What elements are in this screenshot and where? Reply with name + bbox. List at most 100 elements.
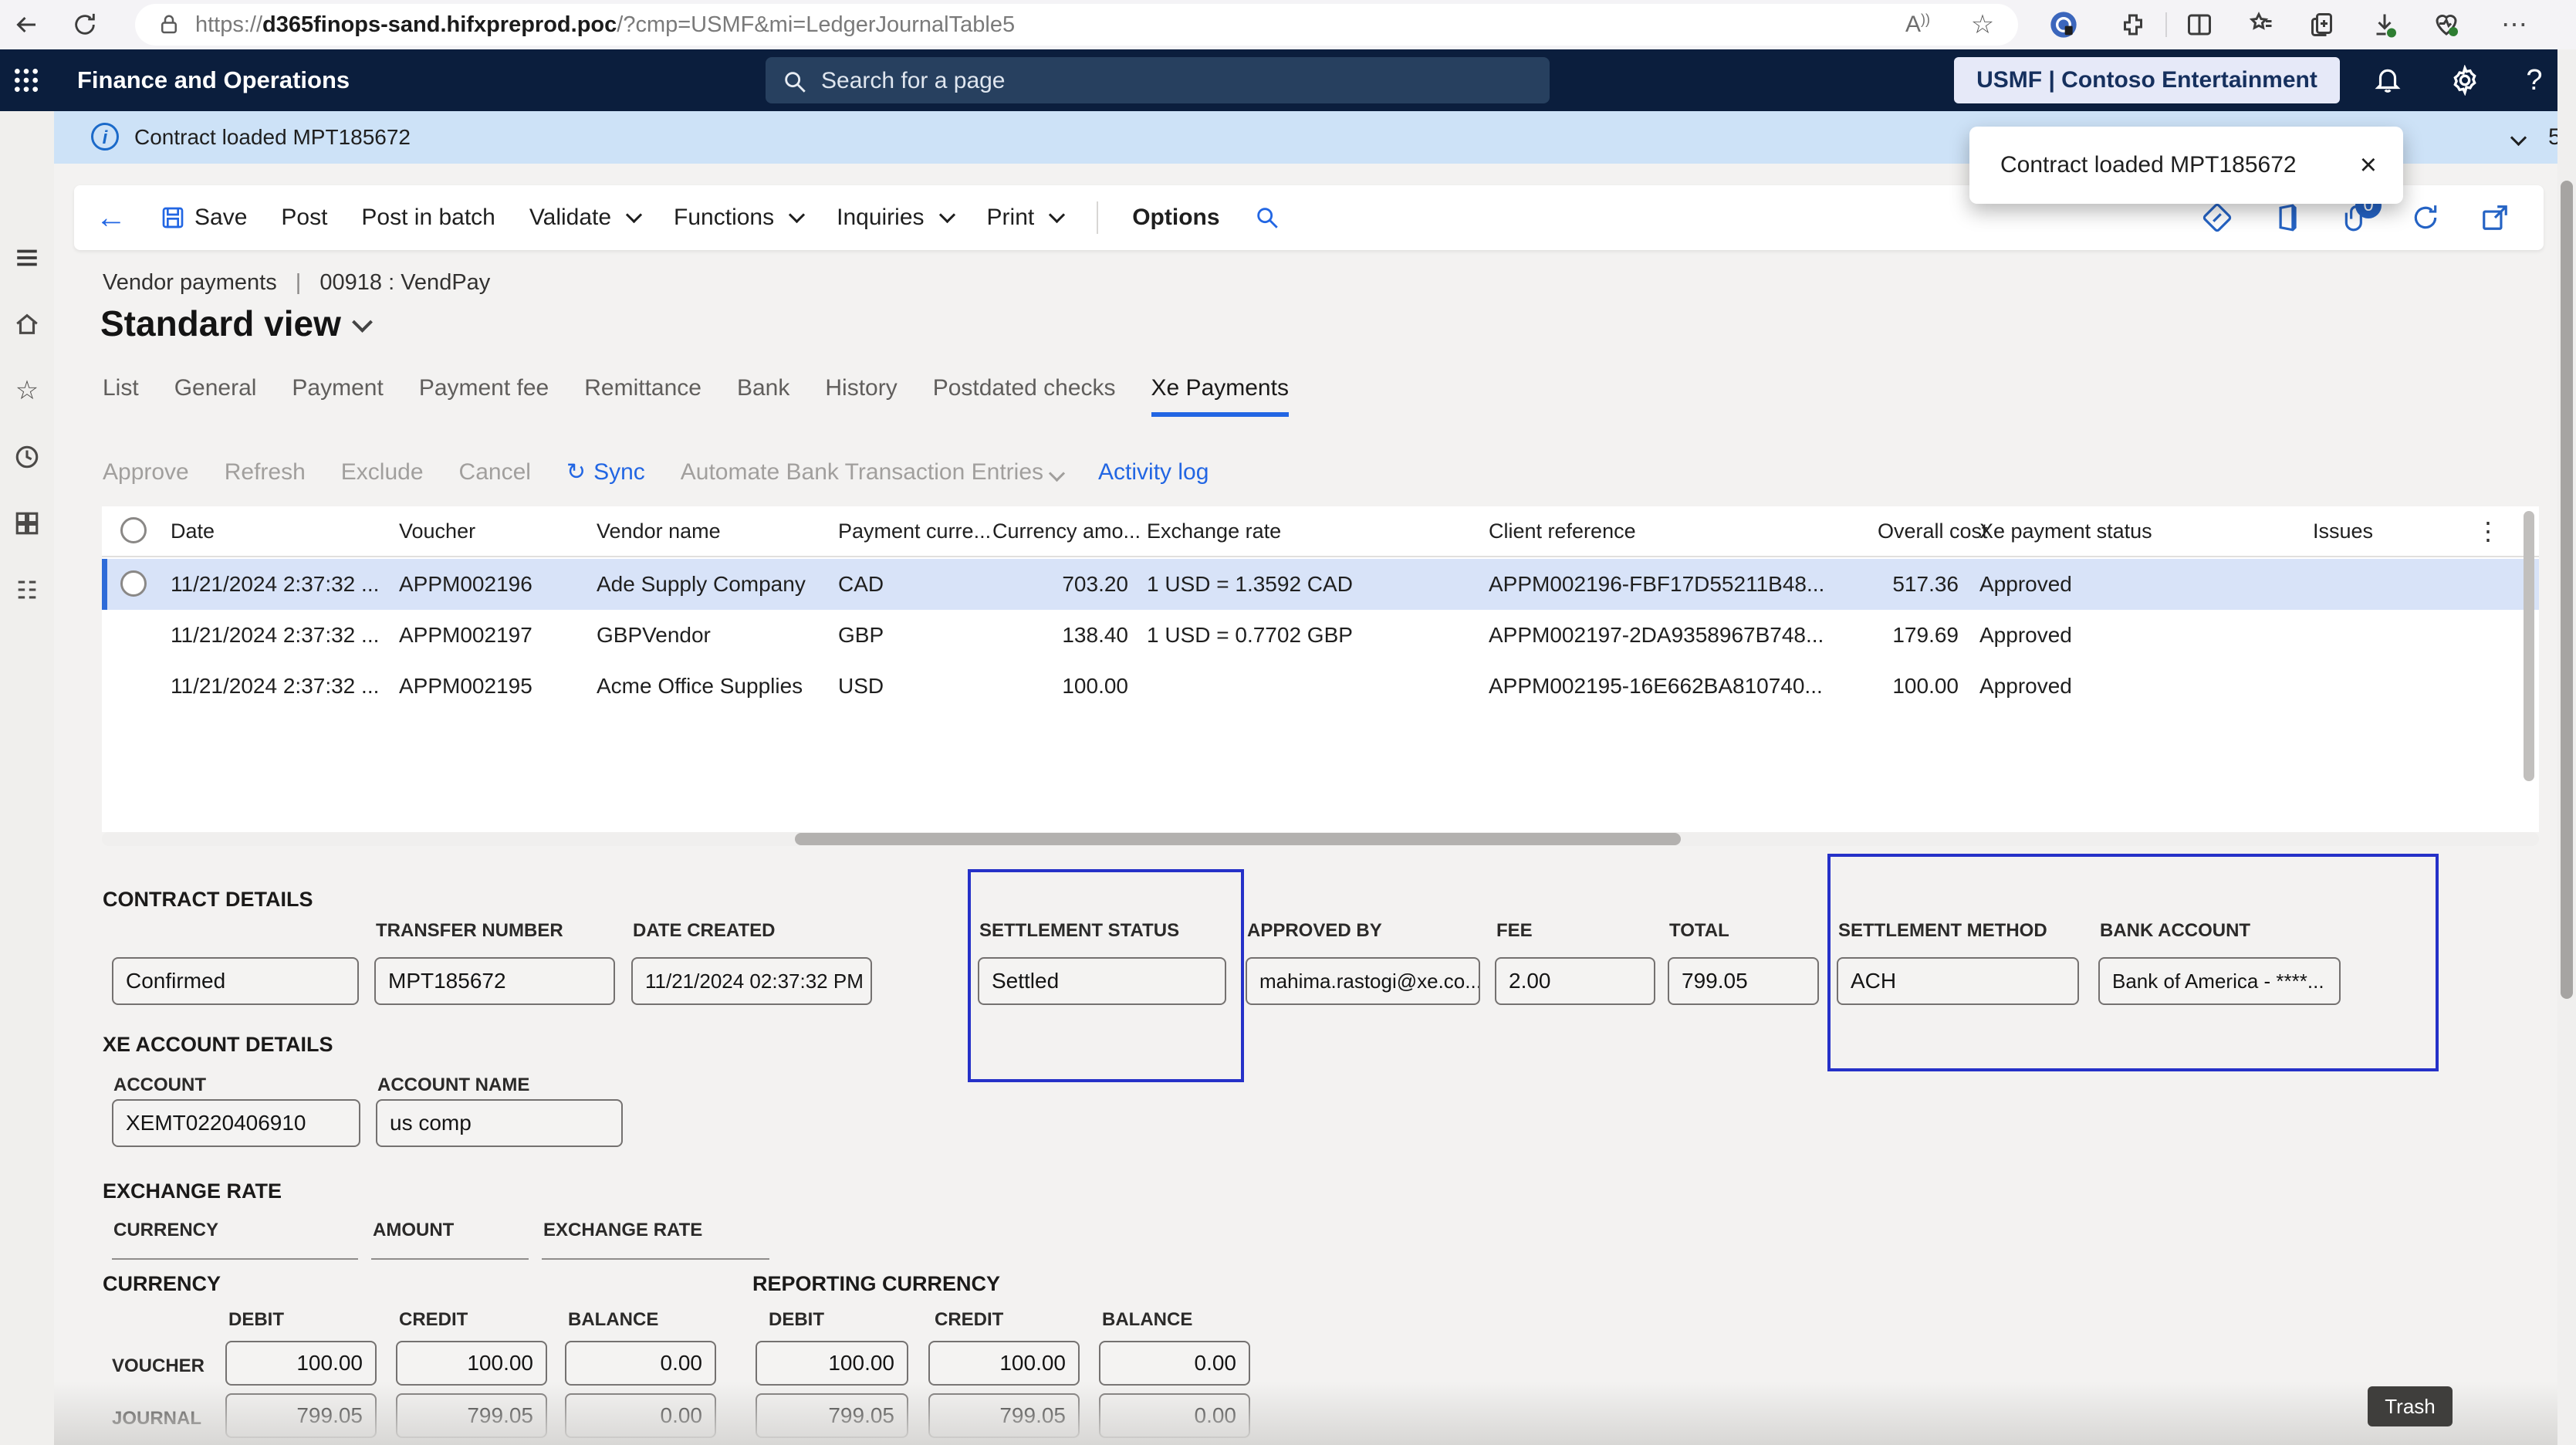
column-header-voucher[interactable]: Voucher (399, 506, 475, 556)
contract-status-field[interactable]: Confirmed (112, 957, 359, 1005)
recent-clock-icon[interactable] (13, 443, 41, 471)
post-in-batch-button[interactable]: Post in batch (361, 205, 495, 231)
scrollbar-thumb[interactable] (795, 833, 1681, 845)
cell-voucher[interactable]: APPM002197 (399, 610, 532, 661)
voucher-reporting-credit-field[interactable]: 100.00 (928, 1341, 1080, 1386)
cancel-button[interactable]: Cancel (459, 459, 531, 486)
column-header-date[interactable]: Date (171, 506, 215, 556)
voucher-credit-field[interactable]: 100.00 (396, 1341, 547, 1386)
open-in-new-window-icon[interactable] (2480, 203, 2510, 232)
modules-list-icon[interactable] (13, 576, 41, 604)
tab-payment[interactable]: Payment (292, 375, 383, 412)
refresh-page-icon[interactable] (2411, 203, 2440, 232)
hamburger-menu-icon[interactable] (13, 244, 41, 272)
automate-bank-transactions-button[interactable]: Automate Bank Transaction Entries (681, 459, 1063, 486)
split-screen-icon[interactable] (2182, 8, 2216, 42)
row-checkbox[interactable] (120, 570, 147, 597)
refresh-button[interactable]: Refresh (225, 459, 306, 486)
personalize-icon[interactable] (2202, 203, 2232, 232)
office-icon[interactable] (2272, 203, 2301, 232)
workspaces-icon[interactable] (13, 509, 41, 537)
page-search-input[interactable] (820, 57, 1517, 105)
toast-close-icon[interactable]: × (2360, 127, 2377, 204)
action-search-icon[interactable] (1254, 205, 1280, 231)
sync-button[interactable]: ↻Sync (566, 459, 645, 486)
journal-reporting-credit-field[interactable]: 799.05 (928, 1393, 1080, 1438)
page-title[interactable]: Standard view (100, 303, 370, 344)
browser-essentials-icon[interactable] (2429, 8, 2463, 42)
journal-debit-field[interactable]: 799.05 (225, 1393, 377, 1438)
waffle-icon[interactable] (9, 63, 43, 97)
browser-refresh-icon[interactable] (68, 8, 102, 42)
home-icon[interactable] (13, 310, 41, 338)
voucher-reporting-debit-field[interactable]: 100.00 (756, 1341, 908, 1386)
column-header-payment-currency[interactable]: Payment curre... (838, 506, 991, 556)
voucher-reporting-balance-field[interactable]: 0.00 (1099, 1341, 1250, 1386)
settings-gear-icon[interactable] (2448, 63, 2482, 97)
browser-back-icon[interactable] (9, 8, 43, 42)
total-field[interactable]: 799.05 (1668, 957, 1819, 1005)
journal-reporting-debit-field[interactable]: 799.05 (756, 1393, 908, 1438)
cell-voucher[interactable]: APPM002196 (399, 559, 532, 610)
page-scrollbar[interactable] (2557, 49, 2576, 1445)
grid-horizontal-scrollbar[interactable] (102, 832, 2539, 846)
tab-xe-payments[interactable]: Xe Payments (1151, 375, 1289, 417)
address-bar[interactable]: https://d365finops-sand.hifxpreprod.poc/… (135, 4, 2018, 46)
journal-reporting-balance-field[interactable]: 0.00 (1099, 1393, 1250, 1438)
journal-balance-field[interactable]: 0.00 (565, 1393, 716, 1438)
page-back-icon[interactable]: ← (96, 201, 127, 235)
approve-button[interactable]: Approve (103, 459, 189, 486)
journal-credit-field[interactable]: 799.05 (396, 1393, 547, 1438)
table-row[interactable]: 11/21/2024 2:37:32 ... APPM002195 Acme O… (102, 661, 2539, 712)
tab-history[interactable]: History (825, 375, 897, 412)
table-row[interactable]: 11/21/2024 2:37:32 ... APPM002196 Ade Su… (102, 559, 2539, 610)
activity-log-button[interactable]: Activity log (1098, 459, 1209, 486)
table-row[interactable]: 11/21/2024 2:37:32 ... APPM002197 GBPVen… (102, 610, 2539, 661)
exclude-button[interactable]: Exclude (341, 459, 424, 486)
column-header-xe-payment-status[interactable]: Xe payment status (1979, 506, 2152, 556)
date-created-field[interactable]: 11/21/2024 02:37:32 PM (631, 957, 872, 1005)
column-header-overall-cost[interactable]: Overall cost (1878, 506, 1988, 556)
approved-by-field[interactable]: mahima.rastogi@xe.co... (1246, 957, 1480, 1005)
column-header-currency-amount[interactable]: Currency amo... (992, 506, 1141, 556)
column-header-exchange-rate[interactable]: Exchange rate (1147, 506, 1281, 556)
grid-menu-icon[interactable]: ⋮ (2476, 506, 2500, 556)
print-menu-button[interactable]: Print (987, 205, 1063, 231)
voucher-debit-field[interactable]: 100.00 (225, 1341, 377, 1386)
collections-icon[interactable] (2244, 8, 2278, 42)
tab-remittance[interactable]: Remittance (584, 375, 701, 412)
tab-list[interactable]: List (103, 375, 139, 412)
column-header-issues[interactable]: Issues (2255, 506, 2373, 556)
read-aloud-icon[interactable]: A)) (1901, 8, 1935, 42)
voucher-balance-field[interactable]: 0.00 (565, 1341, 716, 1386)
inquiries-menu-button[interactable]: Inquiries (837, 205, 952, 231)
breadcrumb-module[interactable]: Vendor payments (103, 270, 277, 295)
options-button[interactable]: Options (1132, 205, 1219, 231)
tab-general[interactable]: General (174, 375, 257, 412)
account-field[interactable]: XEMT0220406910 (112, 1099, 360, 1147)
account-name-field[interactable]: us comp (376, 1099, 623, 1147)
tab-bank[interactable]: Bank (737, 375, 789, 412)
validate-menu-button[interactable]: Validate (529, 205, 640, 231)
save-button[interactable]: Save (161, 205, 247, 231)
transfer-number-field[interactable]: MPT185672 (374, 957, 615, 1005)
column-header-client-reference[interactable]: Client reference (1489, 506, 1636, 556)
company-badge[interactable]: USMF | Contoso Entertainment System USA (1954, 57, 2340, 103)
message-bar-collapse-icon[interactable] (2513, 111, 2524, 164)
browser-more-icon[interactable]: ⋯ (2497, 8, 2531, 42)
extensions-icon[interactable] (2116, 8, 2150, 42)
cell-voucher[interactable]: APPM002195 (399, 661, 532, 712)
column-header-vendor-name[interactable]: Vendor name (597, 506, 721, 556)
password-manager-icon[interactable] (2047, 8, 2081, 42)
functions-menu-button[interactable]: Functions (674, 205, 803, 231)
attachments-button[interactable]: 0 (2341, 203, 2371, 232)
notifications-bell-icon[interactable]: 4 (2371, 63, 2405, 97)
add-to-collection-icon[interactable] (2306, 8, 2340, 42)
favorites-star-icon[interactable]: ☆ (13, 377, 41, 404)
fee-field[interactable]: 2.00 (1495, 957, 1655, 1005)
post-button[interactable]: Post (281, 205, 327, 231)
select-all-checkbox[interactable] (120, 517, 147, 543)
page-search-box[interactable] (766, 57, 1550, 103)
tab-postdated-checks[interactable]: Postdated checks (933, 375, 1116, 412)
help-icon[interactable]: ? (2517, 63, 2551, 97)
